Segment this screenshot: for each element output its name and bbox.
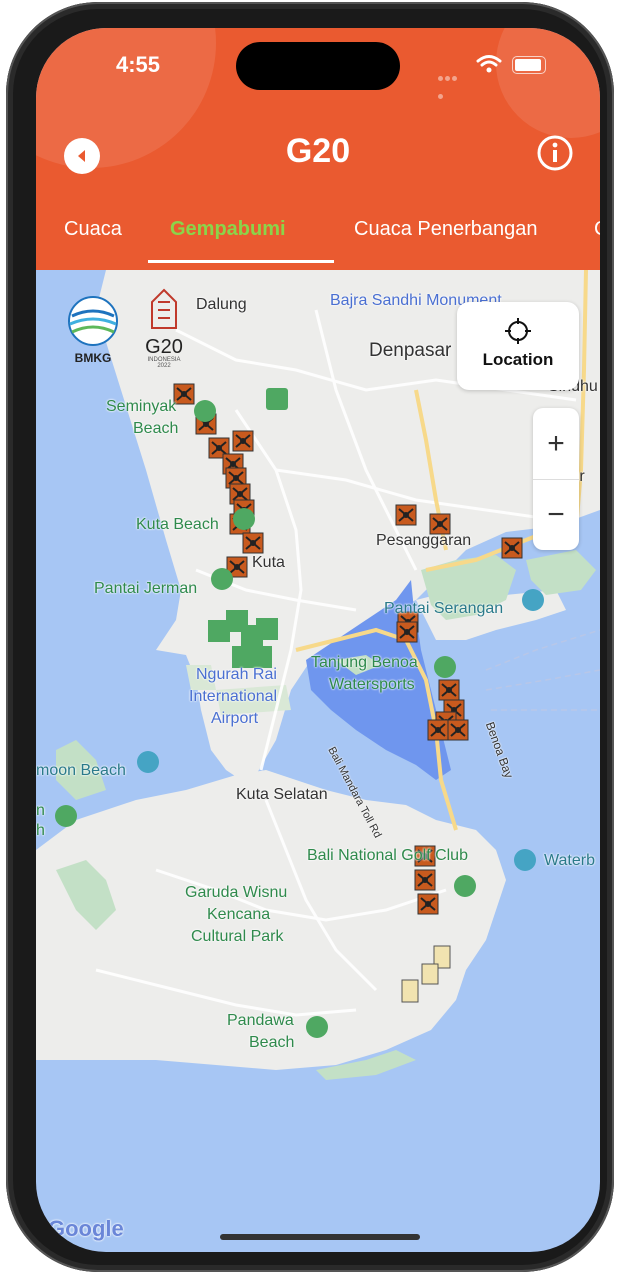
header-decoration [496, 28, 600, 138]
tab-cuaca[interactable]: Cuaca [64, 218, 122, 241]
map-label-international: International [189, 688, 278, 705]
zoom-out-button[interactable]: − [533, 479, 579, 550]
home-indicator[interactable] [220, 1234, 420, 1240]
tab-gempabumi[interactable]: Gempabumi [170, 218, 286, 241]
poi-pins [55, 388, 544, 1038]
dynamic-island [236, 42, 400, 90]
zoom-in-button[interactable]: + [533, 408, 579, 480]
tab-next[interactable]: C [594, 218, 600, 241]
screen: Dalung Bajra Sandhi Monument Denpasar Si… [36, 28, 600, 1252]
quake-marker-group [173, 383, 523, 915]
map-label-kuta-selatan: Kuta Selatan [236, 786, 328, 803]
location-button[interactable]: Location [457, 302, 579, 390]
info-icon[interactable] [536, 134, 574, 172]
signal-icon [438, 68, 464, 99]
page-title: G20 [285, 132, 351, 170]
map-label-waterbom: Waterb [544, 852, 595, 869]
map-label-n: n [36, 802, 45, 819]
map-label-cultural-park: Cultural Park [191, 928, 284, 945]
map-label-gwk: Garuda Wisnu [185, 884, 288, 901]
map-label-seminyak: Seminyak [106, 398, 177, 415]
map-label-ngurah-rai: Ngurah Rai [196, 666, 277, 683]
g20-logo-text: G20 [145, 336, 183, 358]
map-label-pantai-jerman: Pantai Jerman [94, 580, 198, 597]
building-markers [401, 945, 451, 1003]
map-label-dalung: Dalung [196, 296, 247, 313]
location-button-label: Location [482, 350, 554, 369]
map-label-airport: Airport [211, 710, 259, 727]
bmkg-logo: BMKG [64, 296, 122, 366]
map-view[interactable]: Dalung Bajra Sandhi Monument Denpasar Si… [36, 269, 600, 1252]
map-label-pandawa-beach: Beach [249, 1034, 295, 1051]
map-label-pantai-serangan: Pantai Serangan [384, 600, 504, 617]
zoom-controls: + − [533, 408, 579, 550]
quake-markers [55, 383, 544, 1038]
crosshair-icon [505, 318, 531, 344]
airport-markers [208, 610, 278, 668]
map-label-pesanggaran: Pesanggaran [376, 532, 472, 549]
map-label-watersports: Watersports [329, 676, 415, 693]
map-label-denpasar: Denpasar [369, 340, 452, 361]
app-header: 4:55 G20 Cuaca Gempabumi Cuaca Penerbang… [36, 28, 600, 270]
map-label-seminyak-beach: Beach [133, 420, 179, 437]
active-tab-indicator [148, 260, 334, 263]
status-time: 4:55 [116, 52, 161, 77]
g20-logo-year: 2022 [157, 363, 171, 369]
map-label-h: h [36, 822, 45, 839]
phone-frame: Dalung Bajra Sandhi Monument Denpasar Si… [6, 2, 614, 1272]
wifi-icon [476, 55, 502, 73]
bmkg-logo-text: BMKG [74, 351, 112, 365]
tab-cuaca-penerbangan[interactable]: Cuaca Penerbangan [354, 218, 537, 241]
google-logo: Google [48, 1216, 124, 1241]
map-label-kuta-beach: Kuta Beach [136, 516, 219, 533]
battery-icon [512, 56, 546, 74]
map-label-bali-national: Bali National Golf Club [307, 847, 468, 864]
g20-logo: G20 INDONESIA 2022 [136, 288, 192, 372]
map-label-pandawa: Pandawa [227, 1012, 294, 1029]
map-label-tanjung-benoa: Tanjung Benoa [311, 654, 418, 671]
map-label-moon-beach: moon Beach [36, 762, 126, 779]
map-label-kuta: Kuta [252, 554, 285, 571]
map-label-kencana: Kencana [207, 906, 271, 923]
